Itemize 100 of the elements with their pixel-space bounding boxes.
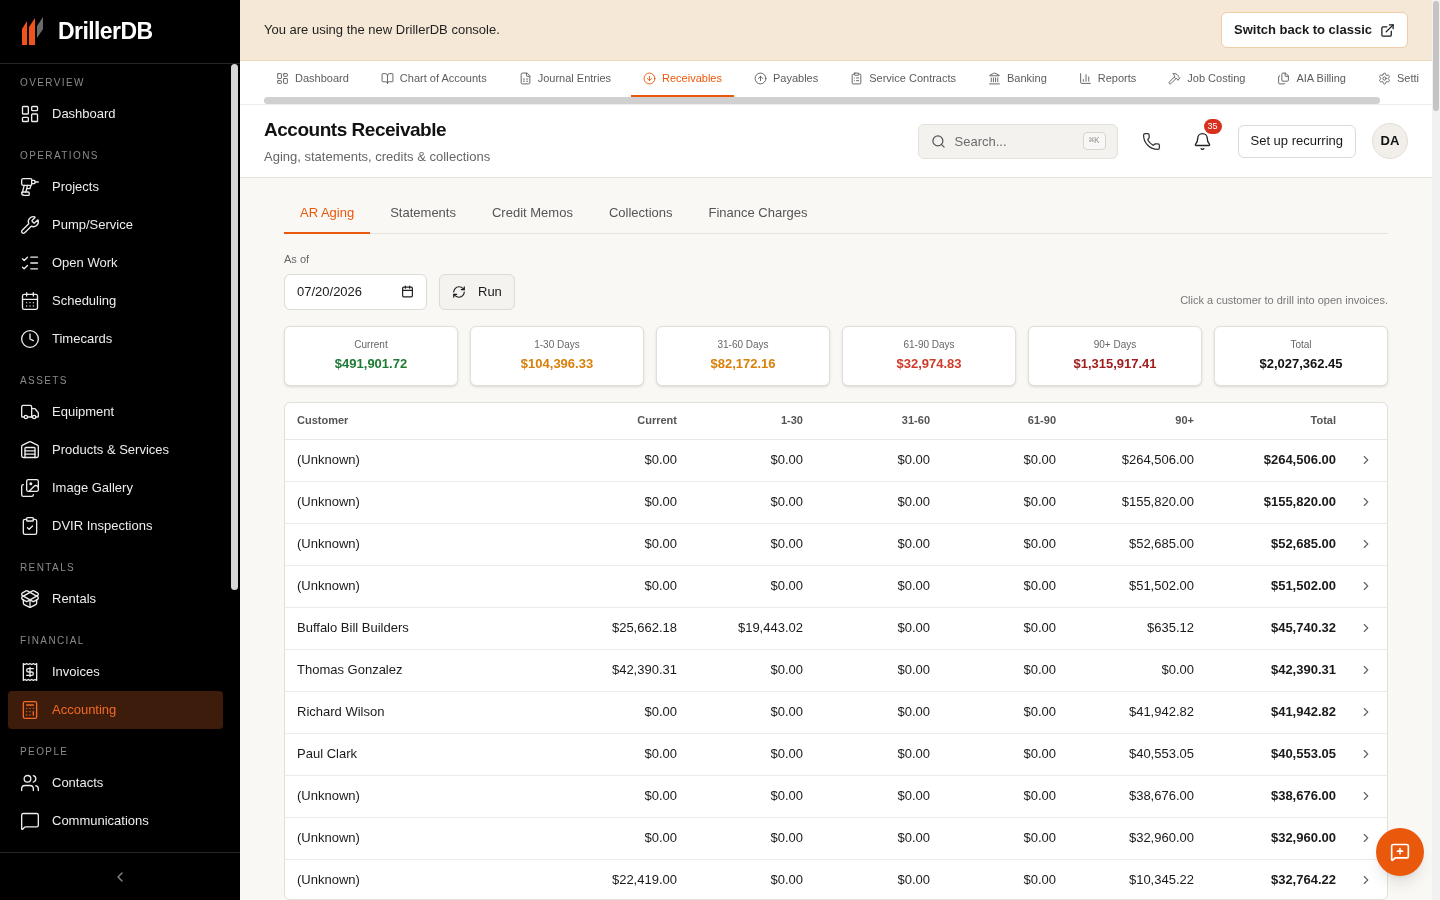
table-cell-text: $0.00	[770, 871, 803, 890]
table-cell-text: $155,820.00	[1121, 493, 1194, 512]
table-cell-text: $0.00	[1161, 661, 1194, 680]
sidebar-item[interactable]: Equipment	[8, 393, 223, 431]
table-cell-text: $0.00	[1023, 619, 1056, 638]
arrow-up-circle-icon	[753, 71, 767, 85]
table-cell-text: $22,419.00	[611, 871, 677, 890]
page-subtitle: Aging, statements, credits & collections	[264, 147, 491, 166]
refresh-icon	[452, 284, 466, 299]
sidebar-item[interactable]: Accounting	[8, 691, 223, 729]
sidebar-item[interactable]: Image Gallery	[8, 469, 223, 507]
scrollbar-thumb[interactable]	[264, 97, 1380, 104]
table-cell-text: $0.00	[1023, 451, 1056, 470]
table-cell-text: $51,502.00	[1128, 577, 1194, 596]
table-cell-text: $0.00	[897, 829, 930, 848]
hint-text: Click a customer to drill into open invoices.	[1180, 293, 1388, 308]
table-cell-text: $0.00	[1023, 493, 1056, 512]
sidebar-item[interactable]: Projects	[8, 168, 223, 206]
card-label: 90+ Days	[1093, 338, 1137, 353]
calculator-icon	[20, 700, 40, 720]
sidebar-item[interactable]: Open Work	[8, 244, 223, 282]
sidebar-item[interactable]: Contacts	[8, 764, 223, 802]
spreadsheet-icon	[518, 71, 532, 85]
table-cell-text: $0.00	[1023, 745, 1056, 764]
brand-name: DrillerDB	[58, 17, 153, 47]
table-cell-text: $0.00	[1023, 829, 1056, 848]
section-tab[interactable]: Collections	[592, 193, 689, 234]
table-cell-text: $38,676.00	[1128, 787, 1194, 806]
card-value: $82,172.16	[710, 355, 776, 374]
user-avatar[interactable]: DA	[1372, 123, 1408, 159]
column-header: Total	[1310, 413, 1336, 429]
sidebar-item[interactable]: Dashboard	[8, 95, 223, 133]
column-header: 1-30	[780, 413, 803, 429]
nav-tab[interactable]: Service Contracts	[838, 61, 969, 97]
table-cell-text: (Unknown)	[297, 829, 360, 848]
date-field[interactable]: 07/20/2026	[284, 273, 427, 310]
sidebar-item[interactable]: Timecards	[8, 320, 223, 358]
nav-tab[interactable]: Banking	[976, 61, 1059, 97]
sidebar-item[interactable]: Communications	[8, 802, 223, 840]
nav-tab[interactable]: AIA Billing	[1265, 61, 1358, 97]
book-icon	[380, 71, 394, 85]
table-cell-text: (Unknown)	[297, 451, 360, 470]
calendar-icon	[20, 291, 40, 311]
nav-tab[interactable]: Journal Entries	[506, 61, 624, 97]
table-cell-text: $52,685.00	[1128, 535, 1194, 554]
table-cell-text: $40,553.05	[1270, 745, 1336, 764]
sidebar-item[interactable]: Invoices	[8, 653, 223, 691]
open-box-icon	[20, 589, 40, 609]
section-tab[interactable]: Statements	[374, 193, 472, 234]
hammer-icon	[1168, 71, 1182, 85]
section-tab[interactable]: Finance Charges	[692, 193, 824, 234]
section-tab[interactable]: Credit Memos	[475, 193, 589, 234]
table-cell-text: $0.00	[644, 493, 677, 512]
table-cell-text: $0.00	[770, 451, 803, 470]
table-cell-text: (Unknown)	[297, 871, 360, 890]
section-label: OVERVIEW	[19, 77, 86, 89]
nav-tab[interactable]: Job Costing	[1156, 61, 1258, 97]
chat-bubble-icon	[20, 811, 40, 831]
sidebar-item[interactable]: DVIR Inspections	[8, 507, 223, 545]
column-header: Current	[637, 413, 677, 429]
table-cell-text: (Unknown)	[297, 535, 360, 554]
sidebar-item[interactable]: Products & Services	[8, 431, 223, 469]
scrollbar-thumb[interactable]	[1433, 1, 1439, 111]
column-header: 31-60	[901, 413, 930, 429]
card-label: 61-90 Days	[903, 338, 955, 353]
section-label: FINANCIAL	[19, 635, 86, 647]
bar-chart-icon	[1078, 71, 1092, 85]
nav-tab[interactable]: Reports	[1066, 61, 1149, 97]
card-value: $104,396.33	[520, 355, 594, 374]
table-cell-text: $0.00	[644, 703, 677, 722]
table-cell-text: $10,345.22	[1128, 871, 1194, 890]
table-cell-text: $0.00	[770, 493, 803, 512]
table-cell-text: $0.00	[770, 829, 803, 848]
section-label: OPERATIONS	[19, 150, 100, 162]
sidebar-item[interactable]: Pump/Service	[8, 206, 223, 244]
page-title: Accounts Receivable	[264, 118, 448, 142]
sidebar-item[interactable]: Rentals	[8, 580, 223, 618]
nav-tab[interactable]: Dashboard	[264, 61, 361, 97]
table-cell-text: $0.00	[897, 577, 930, 596]
switch-classic-button[interactable]: Switch back to classic	[1221, 12, 1408, 48]
table-cell-text: Thomas Gonzalez	[297, 661, 403, 680]
sidebar-item[interactable]: Scheduling	[8, 282, 223, 320]
users-icon	[20, 773, 40, 793]
table-cell-text: $0.00	[644, 745, 677, 764]
nav-tab[interactable]: Chart of Accounts	[368, 61, 499, 97]
notifications-button[interactable]: 35	[1182, 121, 1223, 161]
scrollbar-thumb[interactable]	[231, 64, 238, 590]
table-cell-text: $0.00	[644, 577, 677, 596]
set-up-recurring-button[interactable]: Set up recurring	[1237, 124, 1356, 158]
run-button[interactable]: Run	[439, 273, 515, 310]
card-label: Current	[354, 338, 388, 353]
message-plus-icon	[1390, 842, 1410, 862]
nav-tab[interactable]: Setti	[1365, 61, 1431, 97]
table-cell-text: $38,676.00	[1270, 787, 1336, 806]
clipboard-icon	[850, 71, 864, 85]
table-cell-text: $45,740.32	[1270, 619, 1336, 638]
banner-message: You are using the new DrillerDB console.	[264, 21, 500, 40]
nav-tab[interactable]: Payables	[741, 61, 831, 97]
table-cell-text: $40,553.05	[1128, 745, 1194, 764]
card-value: $32,974.83	[896, 355, 962, 374]
